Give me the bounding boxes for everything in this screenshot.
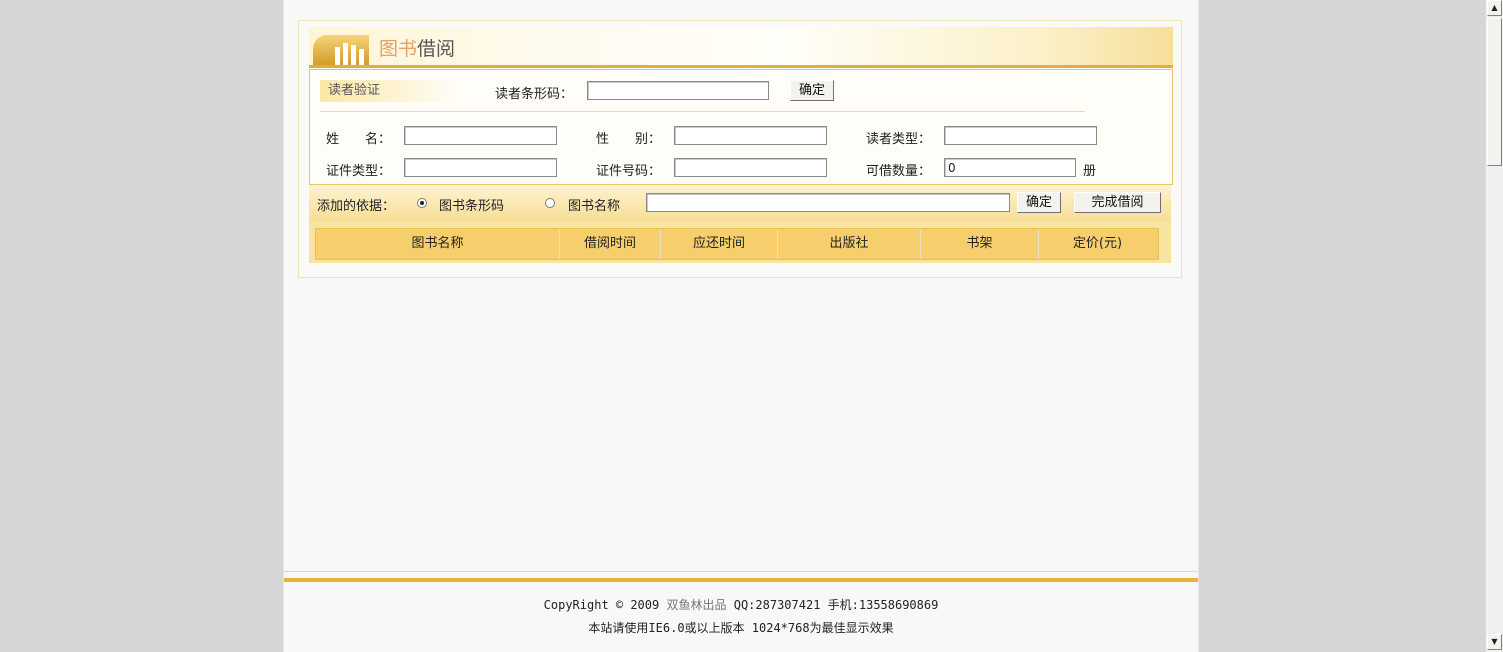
books-icon <box>313 35 369 65</box>
column-header: 定价(元) <box>1072 236 1123 251</box>
radio-book-barcode-label[interactable]: 图书条形码 <box>439 195 504 214</box>
column-header: 书架 <box>921 229 1039 259</box>
scroll-thumb[interactable] <box>1487 18 1502 166</box>
gender-field[interactable] <box>674 126 827 145</box>
reader-barcode-label: 读者条形码： <box>495 87 574 102</box>
name-label: 姓 名： <box>326 132 392 147</box>
reader-barcode-input[interactable] <box>587 81 769 100</box>
id-number-field[interactable] <box>674 158 827 177</box>
scroll-down-arrow-icon[interactable]: ▼ <box>1487 634 1502 650</box>
panel-title: 图书借阅 <box>379 38 455 60</box>
id-type-field[interactable] <box>404 158 557 177</box>
radio-book-barcode[interactable] <box>417 198 427 208</box>
section-divider <box>320 111 1085 112</box>
reader-confirm-button[interactable]: 确定 <box>790 80 834 101</box>
id-number-label: 证件号码： <box>596 164 662 179</box>
column-header: 应还时间 <box>661 229 778 259</box>
borrowable-count-field[interactable]: 0 <box>944 158 1076 177</box>
page-content: 图书借阅 读者验证 读者条形码： 确定 姓 名： 性 别： 读者类型： 证件类型… <box>283 0 1199 652</box>
name-field[interactable] <box>404 126 557 145</box>
finish-borrow-button[interactable]: 完成借阅 <box>1074 192 1161 213</box>
panel-title-part2: 借阅 <box>417 38 456 60</box>
footer-divider-thin <box>284 571 1198 572</box>
table-header: 图书名称 借阅时间 应还时间 出版社 书架 定价(元) <box>315 228 1159 260</box>
book-borrow-panel: 图书借阅 读者验证 读者条形码： 确定 姓 名： 性 别： 读者类型： 证件类型… <box>298 20 1182 278</box>
footer-divider <box>284 578 1198 582</box>
column-header: 出版社 <box>778 229 921 259</box>
reader-verify-label: 读者验证 <box>320 80 458 102</box>
footer-contact: QQ:287307421 手机:13558690869 <box>733 598 939 612</box>
column-header: 借阅时间 <box>560 229 661 259</box>
add-confirm-button[interactable]: 确定 <box>1017 192 1061 213</box>
radio-book-name-label[interactable]: 图书名称 <box>568 195 620 214</box>
book-search-input[interactable] <box>646 193 1010 212</box>
footer-note: 本站请使用IE6.0或以上版本 1024*768为最佳显示效果 <box>588 621 894 635</box>
panel-title-bar: 图书借阅 <box>309 27 1173 68</box>
id-type-label: 证件类型： <box>326 164 392 179</box>
footer-brand: 双鱼林出品 <box>666 598 727 612</box>
reader-type-label: 读者类型： <box>866 132 932 147</box>
panel-title-part1: 图书 <box>379 38 418 60</box>
footer-copyright: CopyRight © 2009 <box>543 598 660 612</box>
add-basis-label: 添加的依据： <box>317 199 396 214</box>
column-header: 图书名称 <box>316 229 560 259</box>
vertical-scrollbar[interactable]: ▲ ▼ <box>1485 0 1503 652</box>
borrowable-unit: 册 <box>1083 164 1097 179</box>
reader-verify-section: 读者验证 读者条形码： 确定 姓 名： 性 别： 读者类型： 证件类型： 证件号… <box>309 69 1173 185</box>
scroll-up-arrow-icon[interactable]: ▲ <box>1487 0 1502 16</box>
gender-label: 性 别： <box>596 132 662 147</box>
radio-book-name[interactable] <box>545 198 555 208</box>
borrowable-count-label: 可借数量： <box>866 164 932 179</box>
reader-type-field[interactable] <box>944 126 1097 145</box>
add-book-row: 添加的依据： 图书条形码 图书名称 确定 完成借阅 <box>309 185 1171 221</box>
footer-copyright-line: CopyRight © 2009 双鱼林出品 QQ:287307421 手机:1… <box>284 596 1198 613</box>
borrow-table: 图书名称 借阅时间 应还时间 出版社 书架 定价(元) <box>309 221 1171 263</box>
